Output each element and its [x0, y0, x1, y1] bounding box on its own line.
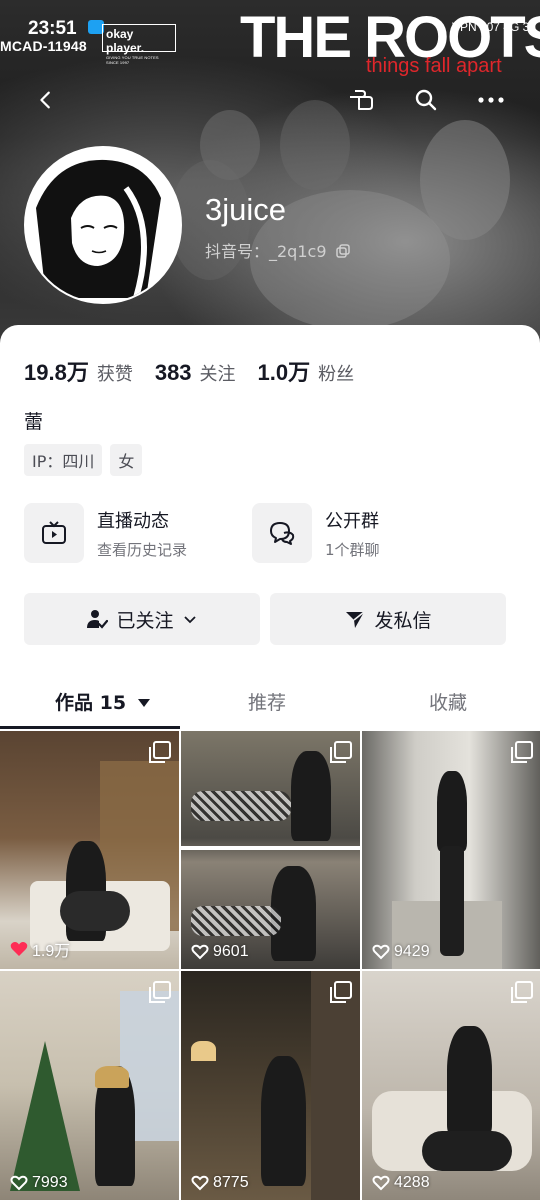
stat-followers[interactable]: 1.0万 粉丝	[258, 355, 355, 387]
heart-outline-icon	[191, 944, 209, 960]
copy-icon	[335, 244, 350, 258]
gender-tag: 女	[110, 444, 143, 476]
profile-stats: 19.8万 获赞 383 关注 1.0万 粉丝	[24, 355, 376, 387]
okay-player-logo: okay player. GIVING YOU TRUE NOTES SINCE…	[102, 24, 176, 65]
profile-tabs: 作品 15 推荐 收藏	[0, 680, 540, 728]
post-thumbnail[interactable]: 9601	[181, 731, 360, 969]
caret-down-icon	[137, 699, 150, 707]
followed-button[interactable]: 已关注	[24, 593, 260, 645]
heart-outline-icon	[372, 1175, 390, 1191]
post-like-count: 9429	[372, 943, 430, 961]
avatar[interactable]	[24, 146, 182, 304]
post-like-count: 4288	[372, 1174, 430, 1192]
multi-photo-icon	[149, 741, 171, 763]
heart-outline-icon	[10, 1175, 28, 1191]
tab-recommend[interactable]: 推荐	[248, 688, 286, 715]
profile-banner: 23:51 MCAD-11948 okay player. GIVING YOU…	[0, 0, 540, 345]
post-thumbnail[interactable]: 4288	[362, 971, 540, 1200]
user-check-icon	[87, 610, 109, 629]
banner-subline: things fall apart	[366, 55, 502, 77]
post-like-count: 1.9万	[10, 937, 70, 961]
multi-photo-icon	[149, 981, 171, 1003]
post-like-count: 7993	[10, 1174, 68, 1192]
profile-bio: 蕾	[24, 411, 44, 433]
multi-photo-icon	[330, 981, 352, 1003]
profile-username: 3juice	[205, 192, 286, 227]
multi-photo-icon	[511, 981, 533, 1003]
live-history-title: 直播动态	[97, 510, 169, 532]
chat-bubbles-icon	[252, 503, 312, 563]
send-icon	[346, 611, 365, 628]
public-group-subtitle: 1个群聊	[325, 540, 380, 559]
live-history-subtitle: 查看历史记录	[97, 540, 188, 559]
stat-likes[interactable]: 19.8万 获赞	[24, 355, 133, 387]
tv-icon	[24, 503, 84, 563]
multi-photo-icon	[330, 741, 352, 763]
multi-photo-icon	[511, 741, 533, 763]
search-icon[interactable]	[408, 82, 444, 118]
post-like-count: 8775	[191, 1174, 249, 1192]
chevron-down-icon	[183, 616, 196, 624]
post-thumbnail[interactable]: 7993	[0, 971, 179, 1200]
more-dots-icon[interactable]	[473, 82, 509, 118]
post-thumbnail[interactable]: 1.9万	[0, 731, 179, 969]
send-message-button[interactable]: 发私信	[270, 593, 506, 645]
post-thumbnail[interactable]: 9429	[362, 731, 540, 969]
stat-following[interactable]: 383 关注	[155, 360, 236, 386]
overlay-id-text: MCAD-11948	[0, 38, 87, 54]
heart-filled-icon	[10, 942, 28, 956]
post-thumbnail[interactable]: 8775	[181, 971, 360, 1200]
active-tab-indicator	[0, 726, 180, 729]
public-group-title: 公开群	[325, 510, 379, 532]
back-icon[interactable]	[28, 82, 64, 118]
post-like-count: 9601	[191, 943, 249, 961]
douyin-id[interactable]: 抖音号：_2q1c9	[205, 238, 350, 262]
pointing-hand-icon[interactable]	[343, 82, 379, 118]
profile-tags: IP：四川 女	[24, 444, 143, 476]
ip-location-tag: IP：四川	[24, 444, 103, 476]
tab-favorites[interactable]: 收藏	[429, 688, 467, 715]
heart-outline-icon	[372, 944, 390, 960]
status-time: 23:51	[28, 18, 77, 39]
tab-works[interactable]: 作品 15	[55, 688, 151, 715]
live-history-entry[interactable]: 直播动态 查看历史记录	[24, 503, 187, 563]
public-group-entry[interactable]: 公开群 1个群聊	[252, 503, 380, 563]
heart-outline-icon	[191, 1175, 209, 1191]
